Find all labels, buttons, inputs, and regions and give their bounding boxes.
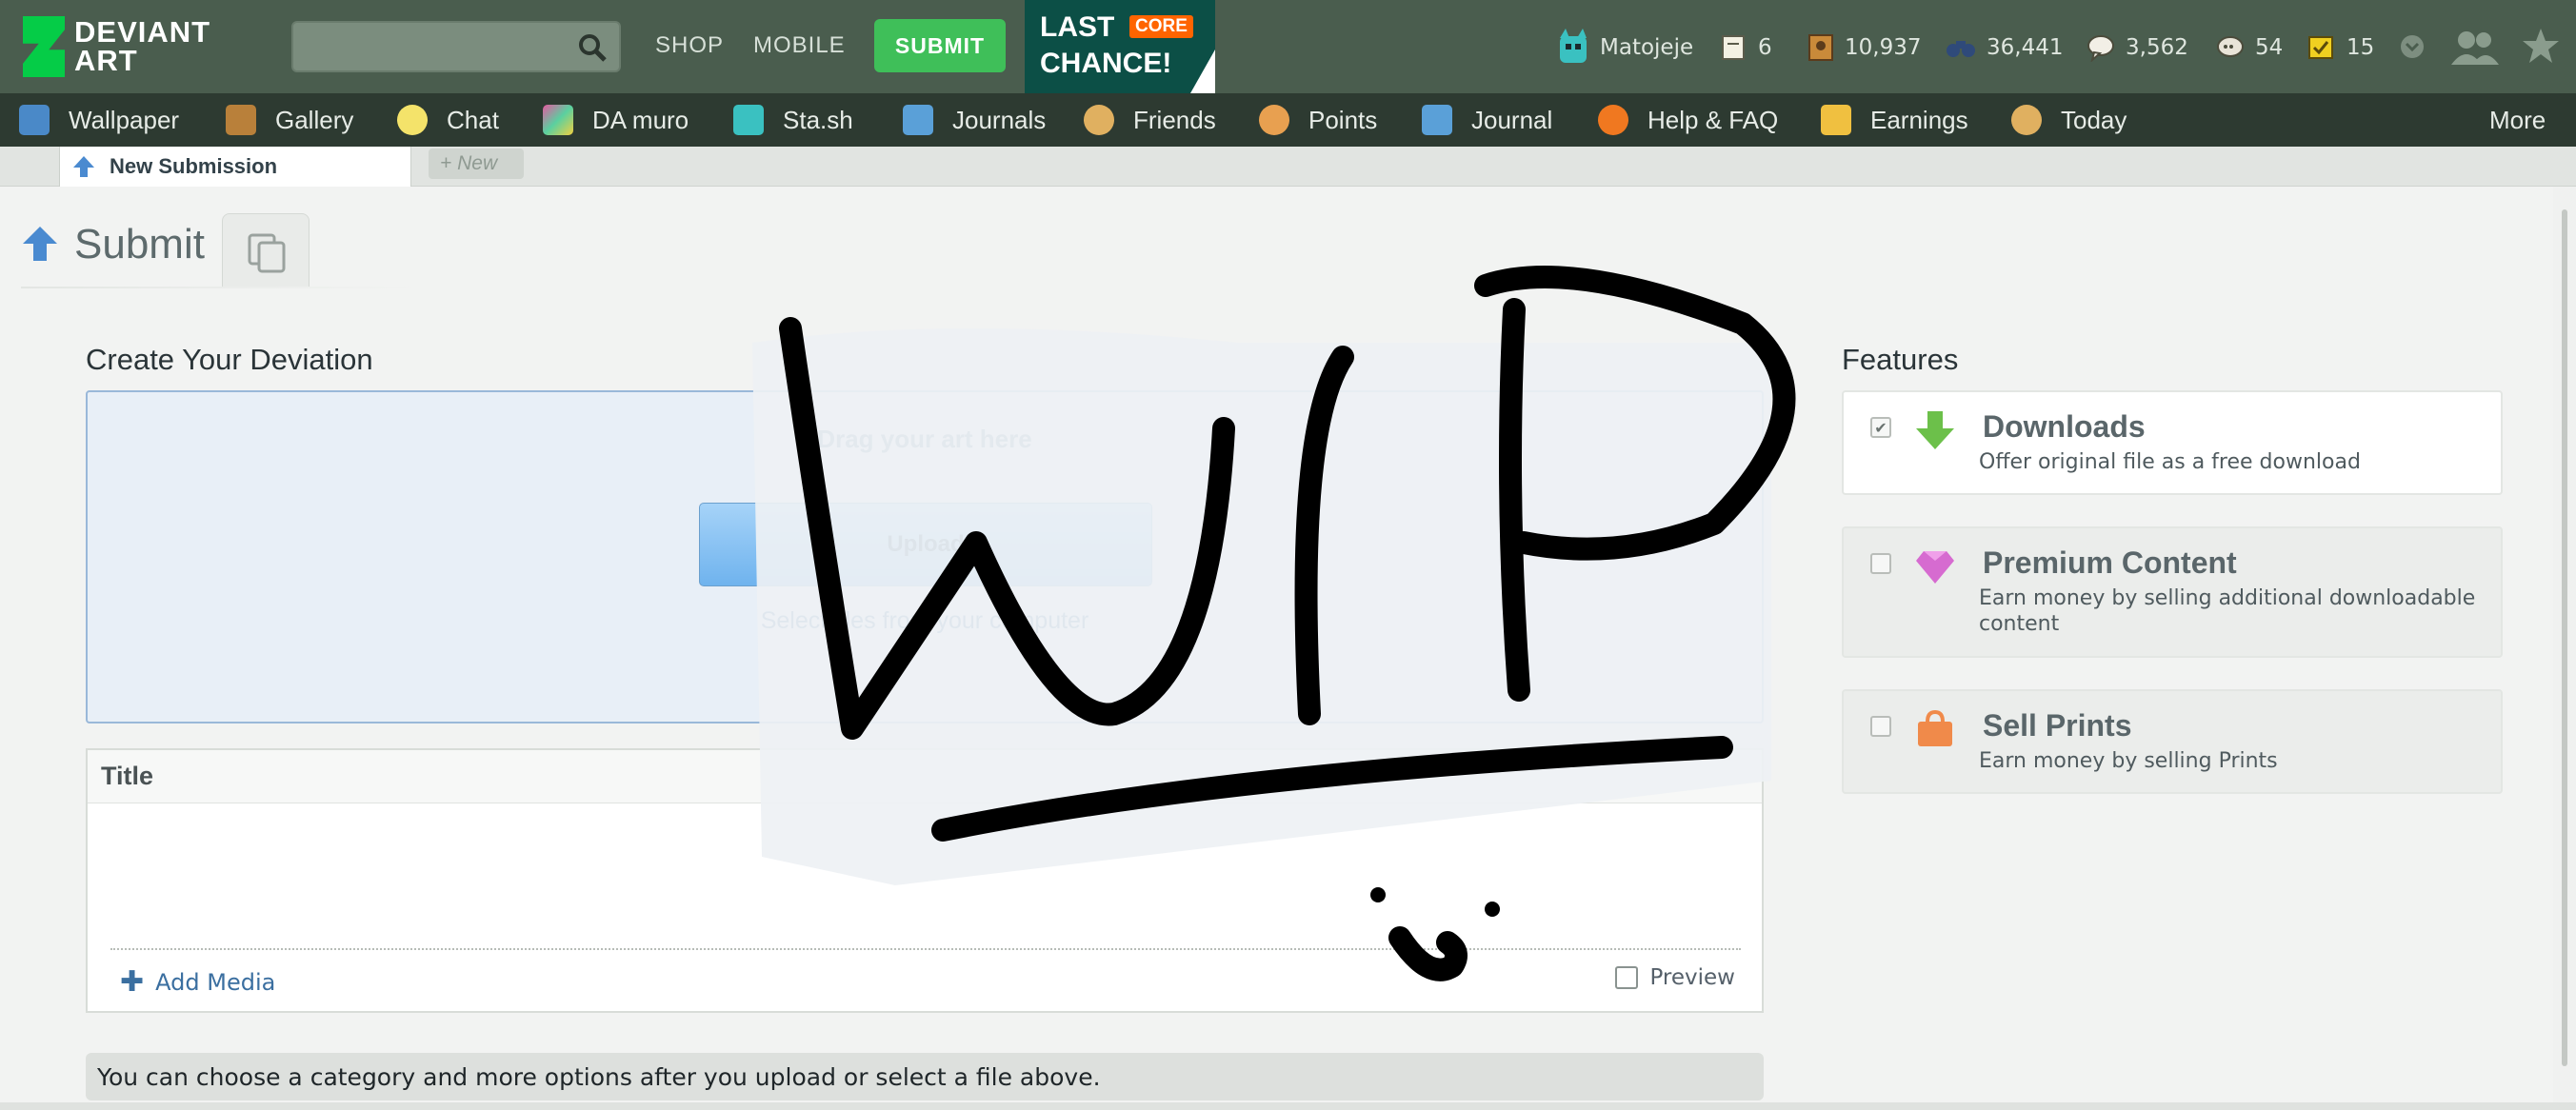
deviantart-logo[interactable]: DEVIANT ART bbox=[23, 13, 251, 80]
tab-new-submission[interactable]: New Submission bbox=[59, 147, 411, 187]
activity-icon bbox=[2308, 36, 2333, 59]
bag-icon bbox=[1918, 709, 1952, 746]
nav-item-points[interactable]: Points bbox=[1259, 103, 1377, 137]
nav-item-journal[interactable]: Journal bbox=[1422, 103, 1552, 137]
premium-checkbox[interactable] bbox=[1870, 553, 1891, 574]
favorites-star-icon[interactable] bbox=[2522, 27, 2560, 65]
feature-sell-prints[interactable]: Sell Prints Earn money by selling Prints bbox=[1842, 689, 2503, 794]
upload-dropzone[interactable]: Drag your art here Upload Select files f… bbox=[86, 390, 1764, 723]
notes-stat[interactable]: 6 bbox=[1720, 29, 1772, 67]
info-message: You can choose a category and more optio… bbox=[86, 1053, 1764, 1100]
copy-icon bbox=[248, 233, 286, 273]
deviations-icon bbox=[1808, 34, 1833, 61]
logo-mark-icon bbox=[23, 16, 65, 77]
stash-switch-button[interactable] bbox=[222, 213, 310, 287]
wallpaper-icon bbox=[19, 105, 50, 135]
chat-icon bbox=[397, 105, 428, 135]
muro-icon bbox=[543, 105, 573, 135]
notes-icon bbox=[1722, 35, 1745, 60]
gallery-icon bbox=[226, 105, 256, 135]
add-media-button[interactable]: ✚ Add Media bbox=[120, 965, 275, 999]
promo-line2: CHANCE! bbox=[1040, 48, 1172, 79]
logo-line2: ART bbox=[74, 44, 138, 77]
promo-core-badge: CORE bbox=[1129, 15, 1193, 38]
search-input[interactable] bbox=[291, 21, 621, 72]
promo-line1: LAST bbox=[1040, 11, 1115, 43]
shop-link[interactable]: SHOP bbox=[655, 32, 724, 59]
nav-item-today[interactable]: Today bbox=[2011, 103, 2127, 137]
watch-stat[interactable]: 36,441 bbox=[1945, 29, 2063, 67]
submit-button[interactable]: SUBMIT bbox=[874, 19, 1006, 72]
points-icon bbox=[1259, 105, 1289, 135]
nav-item-gallery[interactable]: Gallery bbox=[226, 103, 353, 137]
core-promo-banner[interactable]: LAST CORE CHANCE! bbox=[1025, 0, 1215, 93]
nav-item-earnings[interactable]: Earnings bbox=[1821, 103, 1968, 137]
feature-downloads[interactable]: ✔ Downloads Offer original file as a fre… bbox=[1842, 390, 2503, 495]
avatar-icon bbox=[1560, 29, 1587, 63]
bottom-edge bbox=[0, 1102, 2576, 1110]
friends-icon bbox=[1084, 105, 1114, 135]
help-icon bbox=[1598, 105, 1628, 135]
select-files-link[interactable]: Select files from your computer bbox=[88, 607, 1762, 635]
dropdown-chevron-icon[interactable] bbox=[2400, 34, 2425, 59]
earnings-icon bbox=[1821, 105, 1851, 135]
secondary-nav-bar: Wallpaper Gallery Chat DA muro Sta.sh Jo… bbox=[0, 93, 2576, 147]
nav-more[interactable]: More bbox=[2489, 103, 2546, 137]
journals-icon bbox=[903, 105, 933, 135]
drop-hint: Drag your art here bbox=[817, 425, 1032, 453]
friends-group-icon[interactable] bbox=[2447, 29, 2501, 67]
deviations-stat[interactable]: 10,937 bbox=[1807, 29, 1921, 67]
nav-item-journals[interactable]: Journals bbox=[903, 103, 1046, 137]
prints-checkbox[interactable] bbox=[1870, 716, 1891, 737]
features-heading: Features bbox=[1842, 343, 1959, 376]
watch-icon bbox=[1947, 41, 1975, 57]
title-editor: Title ✚ Add Media Preview bbox=[86, 748, 1764, 1013]
gem-icon bbox=[1916, 551, 1954, 584]
nav-item-chat[interactable]: Chat bbox=[397, 103, 499, 137]
dotted-divider bbox=[110, 948, 1741, 950]
preview-icon bbox=[1615, 966, 1639, 989]
logo-line1: DEVIANT bbox=[74, 15, 211, 49]
page-scrollbar[interactable] bbox=[2553, 187, 2576, 1110]
preview-button[interactable]: Preview bbox=[1615, 965, 1735, 990]
nav-item-stash[interactable]: Sta.sh bbox=[733, 103, 853, 137]
upload-arrow-icon bbox=[73, 156, 94, 177]
page-title: Submit bbox=[74, 221, 205, 268]
replies-stat[interactable]: 54 bbox=[2215, 29, 2283, 67]
nav-item-help[interactable]: Help & FAQ bbox=[1598, 103, 1778, 137]
comments-stat[interactable]: 3,562 bbox=[2086, 29, 2188, 67]
today-icon bbox=[2011, 105, 2042, 135]
downloads-checkbox[interactable]: ✔ bbox=[1870, 417, 1891, 438]
promo-corner bbox=[1190, 50, 1215, 93]
submit-arrow-icon bbox=[23, 227, 57, 261]
user-menu[interactable]: Matojeje bbox=[1556, 29, 1693, 67]
mobile-link[interactable]: MOBILE bbox=[753, 32, 846, 59]
upload-button[interactable]: Upload bbox=[699, 503, 1152, 586]
heading-divider bbox=[21, 287, 421, 288]
create-heading: Create Your Deviation bbox=[86, 343, 373, 376]
nav-item-wallpaper[interactable]: Wallpaper bbox=[19, 103, 179, 137]
comments-icon bbox=[2087, 35, 2114, 62]
scrollbar-thumb[interactable] bbox=[2562, 209, 2567, 1066]
activity-stat[interactable]: 15 bbox=[2306, 29, 2374, 67]
download-arrow-icon bbox=[1916, 411, 1954, 449]
tab-add-new[interactable]: + New bbox=[429, 149, 524, 179]
plus-icon: ✚ bbox=[120, 965, 145, 999]
replies-icon bbox=[2217, 36, 2244, 57]
nav-item-da-muro[interactable]: DA muro bbox=[543, 103, 689, 137]
stash-icon bbox=[733, 105, 764, 135]
username[interactable]: Matojeje bbox=[1600, 35, 1693, 60]
nav-item-friends[interactable]: Friends bbox=[1084, 103, 1216, 137]
top-header: DEVIANT ART SHOP MOBILE SUBMIT LAST CORE… bbox=[0, 0, 2576, 93]
feature-premium-content[interactable]: Premium Content Earn money by selling ad… bbox=[1842, 526, 2503, 658]
journal-icon bbox=[1422, 105, 1452, 135]
search-icon[interactable] bbox=[577, 32, 608, 63]
tab-strip: New Submission + New bbox=[0, 147, 2576, 187]
title-input[interactable]: Title bbox=[88, 750, 1762, 803]
